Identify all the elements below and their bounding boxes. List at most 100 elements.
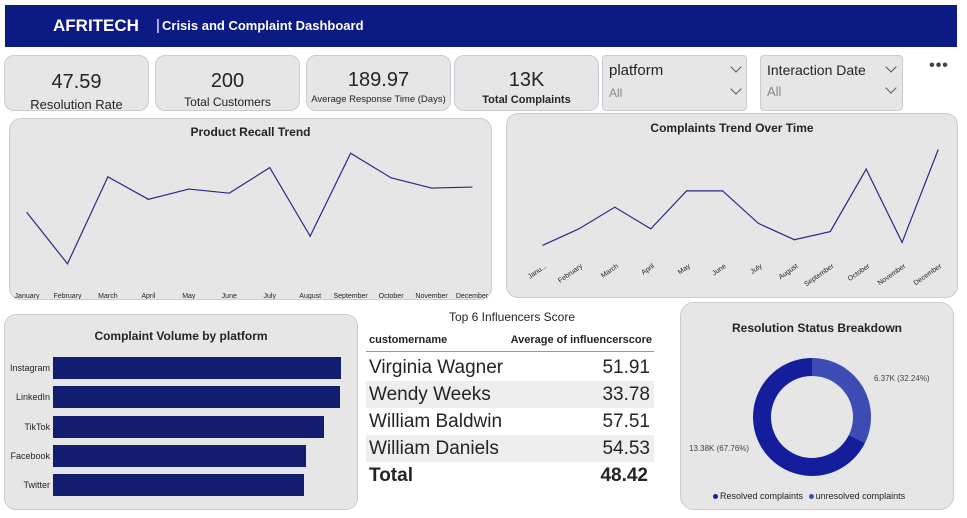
bar-category-label: TikTok — [24, 421, 50, 432]
kpi-total-customers[interactable]: 200 Total Customers — [155, 55, 300, 111]
recall-data-point[interactable] — [471, 186, 473, 188]
x-tick-label: April — [141, 293, 155, 299]
complaints-data-point[interactable] — [542, 244, 544, 246]
x-tick-label: October — [847, 263, 872, 283]
cell-customername: William Baldwin — [369, 411, 503, 432]
complaints-data-point[interactable] — [614, 206, 616, 208]
complaints-data-point[interactable] — [793, 239, 795, 241]
bar-facebook[interactable] — [53, 444, 307, 467]
x-tick-label: September — [803, 263, 836, 289]
column-header-influencerscore[interactable]: Average of influencerscore — [511, 334, 652, 346]
header-banner: AFRITECH | Crisis and Complaint Dashboar… — [5, 5, 957, 47]
complaints-data-point[interactable] — [721, 190, 724, 192]
cell-customername: William Daniels — [369, 438, 499, 459]
complaint-volume-card: Complaint Volume by platform Instagram Li… — [4, 314, 358, 510]
data-label-unresolved: 6.37K (32.24%) — [874, 374, 930, 383]
complaints-data-point[interactable] — [578, 228, 580, 230]
platform-slicer[interactable]: platform All — [602, 55, 747, 111]
complaints-series-line — [542, 149, 939, 246]
x-tick-label: January — [15, 293, 40, 299]
complaints-data-point[interactable] — [937, 149, 939, 151]
x-tick-label: February — [53, 293, 82, 299]
recall-data-point[interactable] — [390, 177, 392, 179]
interaction-date-slicer[interactable]: Interaction Date All — [760, 55, 903, 111]
kpi-label: Average Response Time (Days) — [311, 94, 446, 105]
x-tick-label: February — [557, 263, 584, 285]
recall-data-point[interactable] — [107, 176, 109, 178]
cell-influencerscore: 57.51 — [602, 411, 650, 432]
table-title: Top 6 Influencers Score — [448, 310, 576, 324]
bar-tiktok[interactable] — [53, 415, 325, 438]
x-tick-label: October — [379, 293, 405, 299]
x-tick-label: March — [600, 263, 620, 280]
bar-twitter[interactable] — [53, 474, 304, 497]
complaints-data-point[interactable] — [901, 241, 903, 244]
resolution-status-card: Resolution Status Breakdown 6.37K (32.24… — [680, 302, 954, 510]
legend-label-resolved[interactable]: Resolved complaints — [720, 491, 803, 501]
x-tick-label: May — [677, 263, 692, 277]
top-influencers-table: Top 6 Influencers Score customername Ave… — [366, 306, 658, 512]
bar-instagram[interactable] — [53, 357, 341, 379]
table-row[interactable]: Wendy Weeks 33.78 — [366, 381, 654, 408]
x-tick-label: June — [711, 263, 728, 278]
x-tick-label: July — [749, 263, 764, 276]
x-tick-label: May — [182, 293, 196, 299]
kpi-value: 47.59 — [51, 71, 102, 93]
table-row[interactable]: Virginia Wagner 51.91 — [366, 354, 654, 381]
legend-dot-resolved — [713, 494, 718, 500]
recall-series-line — [26, 152, 473, 265]
chevron-down-icon[interactable] — [885, 61, 897, 73]
cell-influencerscore: 33.78 — [602, 384, 650, 405]
x-tick-label: December — [456, 293, 489, 299]
table-header: customername Average of influencerscore — [366, 328, 654, 352]
chevron-down-icon[interactable] — [730, 61, 742, 73]
total-value: 48.42 — [600, 465, 648, 486]
recall-data-point[interactable] — [350, 152, 352, 154]
complaints-trend-card: Complaints Trend Over Time Janu... Februa… — [506, 113, 958, 298]
legend-label-unresolved[interactable]: unresolved complaints — [816, 491, 906, 501]
complaints-data-point[interactable] — [865, 168, 867, 170]
x-tick-label: June — [222, 293, 237, 299]
x-tick-label: March — [98, 293, 118, 299]
slicer-title: platform — [609, 62, 664, 79]
donut-slice-unresolved-complaints[interactable] — [812, 358, 871, 443]
x-tick-label: April — [640, 263, 656, 277]
recall-data-point[interactable] — [147, 198, 149, 200]
recall-data-point[interactable] — [66, 263, 69, 265]
kpi-total-complaints[interactable]: 13K Total Complaints — [454, 55, 599, 111]
total-label: Total — [369, 465, 413, 486]
recall-data-point[interactable] — [269, 167, 271, 169]
kpi-resolution-rate[interactable]: 47.59 Resolution Rate — [4, 55, 149, 112]
column-header-customername[interactable]: customername — [369, 334, 447, 346]
table-row[interactable]: William Baldwin 57.51 — [366, 408, 654, 435]
cell-influencerscore: 51.91 — [602, 357, 650, 378]
resolution-donut-chart: 6.37K (32.24%) 13.38K (67.76%) — [689, 358, 930, 476]
chevron-down-icon[interactable] — [730, 83, 742, 95]
recall-data-point[interactable] — [309, 235, 311, 237]
more-options-button[interactable]: ••• — [921, 53, 957, 83]
recall-data-point[interactable] — [228, 192, 230, 194]
table-total-row: Total 48.42 — [366, 462, 654, 489]
kpi-value: 13K — [508, 69, 545, 91]
cell-influencerscore: 54.53 — [602, 438, 650, 459]
dashboard-title: Crisis and Complaint Dashboard — [162, 18, 364, 33]
complaints-data-point[interactable] — [686, 190, 688, 192]
bar-linkedin[interactable] — [53, 386, 340, 409]
complaints-data-point[interactable] — [757, 222, 760, 225]
complaints-data-point[interactable] — [650, 228, 652, 230]
slicer-selected-value[interactable]: All — [609, 86, 622, 100]
bar-category-label: Twitter — [23, 480, 50, 491]
recall-data-point[interactable] — [188, 188, 190, 190]
data-label-resolved: 13.38K (67.76%) — [689, 444, 749, 453]
complaints-data-point[interactable] — [829, 230, 831, 233]
recall-data-point[interactable] — [26, 212, 28, 214]
cell-customername: Wendy Weeks — [369, 384, 491, 405]
x-tick-label: December — [913, 263, 944, 288]
kpi-label: Total Complaints — [482, 94, 571, 106]
chevron-down-icon[interactable] — [885, 82, 897, 94]
recall-data-point[interactable] — [430, 187, 433, 189]
table-row[interactable]: William Daniels 54.53 — [366, 435, 654, 462]
kpi-label: Resolution Rate — [30, 97, 123, 112]
slicer-selected-value[interactable]: All — [767, 84, 781, 99]
kpi-average-response-time[interactable]: 189.97 Average Response Time (Days) — [306, 55, 451, 111]
